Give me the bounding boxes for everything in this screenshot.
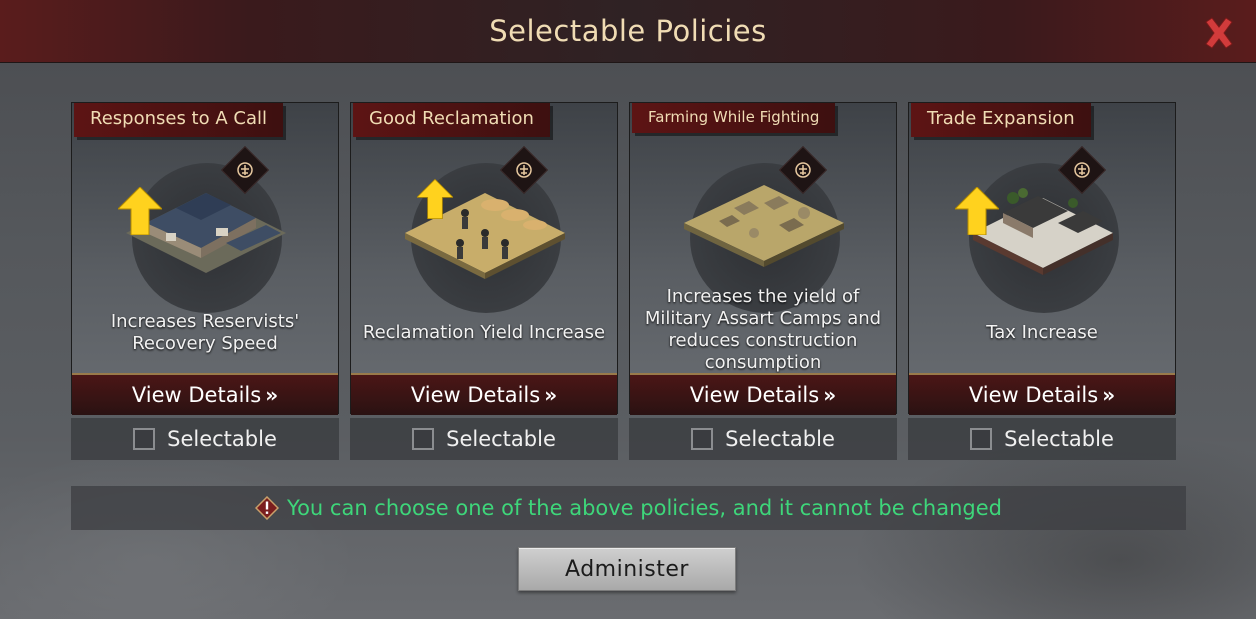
dialog-title: Selectable Policies — [489, 14, 767, 48]
policy-card-farming-while-fighting[interactable]: Farming While Fighting Increases the yie… — [629, 102, 897, 415]
selectable-label: Selectable — [167, 427, 277, 451]
policy-title: Trade Expansion — [911, 103, 1091, 137]
view-details-label: View Details — [689, 383, 820, 407]
policy-description: Tax Increase — [986, 322, 1098, 343]
policy-title: Good Reclamation — [353, 103, 550, 137]
double-chevron-right-icon: » — [823, 383, 837, 407]
administer-button[interactable]: Administer — [518, 547, 736, 591]
policy-card-responses-to-a-call[interactable]: Responses to A Call Increases Reservists… — [71, 102, 339, 415]
selectable-checkbox-row[interactable]: Selectable — [908, 418, 1176, 460]
up-arrow-icon — [417, 179, 453, 219]
seal-icon — [795, 162, 811, 178]
double-chevron-right-icon: » — [544, 383, 558, 407]
view-details-button[interactable]: View Details» — [909, 373, 1175, 415]
view-details-label: View Details — [410, 383, 541, 407]
double-chevron-right-icon: » — [1102, 383, 1116, 407]
close-button[interactable] — [1200, 14, 1238, 52]
warning-icon — [255, 496, 280, 520]
selectable-label: Selectable — [1004, 427, 1114, 451]
seal-icon — [1074, 162, 1090, 178]
farm-field-illustration — [405, 193, 565, 279]
double-chevron-right-icon: » — [265, 383, 279, 407]
view-details-button[interactable]: View Details» — [72, 373, 338, 415]
policy-card-good-reclamation[interactable]: Good Reclamation Reclamation Yield Incre… — [350, 102, 618, 415]
military-camp-illustration — [684, 185, 844, 267]
up-arrow-icon — [955, 187, 999, 235]
selectable-checkbox[interactable] — [412, 428, 435, 450]
selectable-label: Selectable — [725, 427, 835, 451]
view-details-label: View Details — [968, 383, 1099, 407]
selectable-checkbox-row[interactable]: Selectable — [629, 418, 897, 460]
selectable-checkbox-row[interactable]: Selectable — [350, 418, 618, 460]
notice-text: You can choose one of the above policies… — [287, 496, 1002, 520]
policy-notice: You can choose one of the above policies… — [71, 486, 1186, 530]
policy-title: Responses to A Call — [74, 103, 283, 137]
selectable-checkbox[interactable] — [691, 428, 714, 450]
seal-icon — [516, 162, 532, 178]
selectable-label: Selectable — [446, 427, 556, 451]
close-x-icon — [1205, 17, 1233, 49]
policy-card-trade-expansion[interactable]: Trade Expansion Tax Increase View Detail… — [908, 102, 1176, 415]
selectable-checkbox-row[interactable]: Selectable — [71, 418, 339, 460]
policy-description: Increases the yield of Military Assart C… — [644, 286, 882, 373]
policy-description: Increases Reservists' Recovery Speed — [110, 311, 300, 354]
policy-description: Reclamation Yield Increase — [362, 322, 606, 343]
selectable-checkbox[interactable] — [133, 428, 156, 450]
view-details-button[interactable]: View Details» — [351, 373, 617, 415]
selectable-checkbox[interactable] — [970, 428, 993, 450]
view-details-label: View Details — [131, 383, 262, 407]
seal-icon — [237, 162, 253, 178]
dialog-header: Selectable Policies — [0, 0, 1256, 63]
view-details-button[interactable]: View Details» — [630, 373, 896, 415]
up-arrow-icon — [118, 187, 162, 235]
policy-title: Farming While Fighting — [632, 103, 836, 133]
